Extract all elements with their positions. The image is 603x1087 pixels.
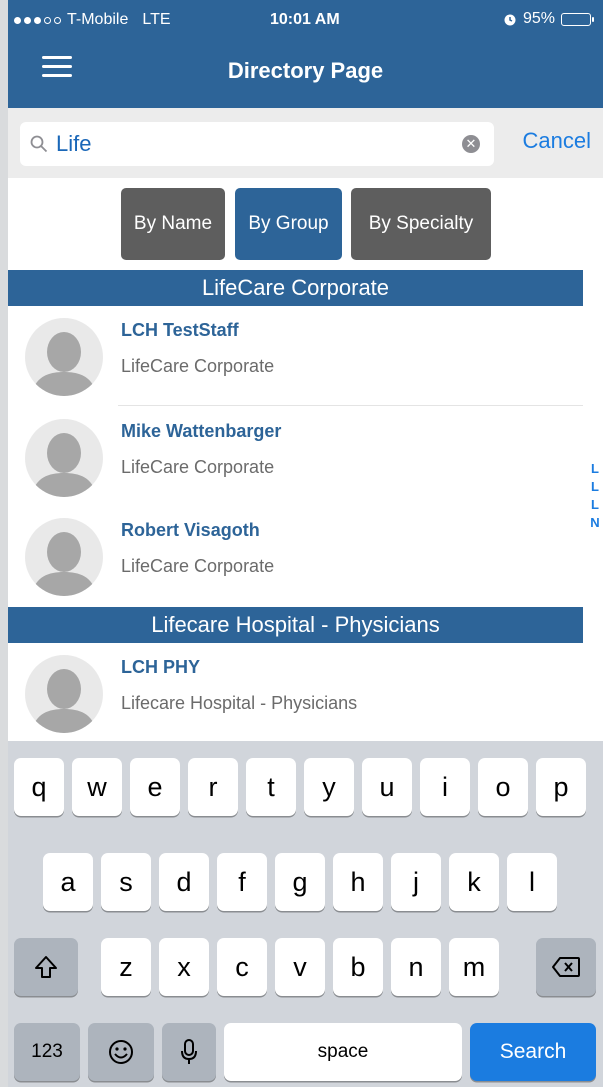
key-y[interactable]: y <box>304 758 354 816</box>
section-header: Lifecare Hospital - Physicians <box>8 607 583 643</box>
key-z[interactable]: z <box>101 938 151 996</box>
key-j[interactable]: j <box>391 853 441 911</box>
key-g[interactable]: g <box>275 853 325 911</box>
key-r[interactable]: r <box>188 758 238 816</box>
key-b[interactable]: b <box>333 938 383 996</box>
list-item[interactable]: Mike Wattenbarger LifeCare Corporate <box>8 407 583 507</box>
cancel-button[interactable]: Cancel <box>523 128 591 154</box>
status-right: 95% <box>503 10 594 28</box>
shift-key[interactable] <box>14 938 78 996</box>
filter-buttons: By Name By Group By Specialty <box>8 178 603 270</box>
status-time: 10:01 AM <box>270 11 340 28</box>
contact-group: LifeCare Corporate <box>121 356 275 376</box>
keyboard: q w e r t y u i o p a s d f g h j k l z … <box>8 741 603 1087</box>
filter-by-group-button[interactable]: By Group <box>235 188 342 260</box>
index-letter[interactable]: L <box>587 460 603 478</box>
list-item[interactable]: LCH PHY Lifecare Hospital - Physicians <box>8 643 583 743</box>
key-t[interactable]: t <box>246 758 296 816</box>
contact-name: Robert Visagoth <box>121 520 260 540</box>
avatar <box>25 318 103 396</box>
key-d[interactable]: d <box>159 853 209 911</box>
index-letter[interactable]: L <box>587 496 603 514</box>
key-v[interactable]: v <box>275 938 325 996</box>
key-h[interactable]: h <box>333 853 383 911</box>
alarm-clock-icon <box>504 14 516 26</box>
index-letter[interactable]: L <box>587 478 603 496</box>
key-m[interactable]: m <box>449 938 499 996</box>
top-bar: T-Mobile LTE 10:01 AM 95% Directory Page <box>8 0 603 108</box>
filter-by-specialty-button[interactable]: By Specialty <box>351 188 491 260</box>
index-letter[interactable]: N <box>587 514 603 532</box>
contact-name: LCH TestStaff <box>121 320 239 340</box>
contact-name: Mike Wattenbarger <box>121 421 282 441</box>
numbers-key[interactable]: 123 <box>14 1023 80 1081</box>
signal-dots-icon <box>14 16 61 24</box>
key-k[interactable]: k <box>449 853 499 911</box>
key-i[interactable]: i <box>420 758 470 816</box>
contact-group: Lifecare Hospital - Physicians <box>121 693 358 713</box>
section-header: LifeCare Corporate <box>8 270 583 306</box>
emoji-icon <box>109 1040 133 1064</box>
search-input[interactable] <box>56 128 446 160</box>
avatar <box>25 518 103 596</box>
app-screen: T-Mobile LTE 10:01 AM 95% Directory Page… <box>0 0 603 1087</box>
contact-group: LifeCare Corporate <box>121 556 275 576</box>
edge-strip <box>0 0 8 1087</box>
key-s[interactable]: s <box>101 853 151 911</box>
key-o[interactable]: o <box>478 758 528 816</box>
search-icon <box>30 135 48 153</box>
shift-icon <box>35 956 57 978</box>
backspace-icon <box>552 957 580 977</box>
battery-icon <box>561 12 594 26</box>
emoji-key[interactable] <box>88 1023 154 1081</box>
microphone-icon <box>181 1039 197 1064</box>
key-x[interactable]: x <box>159 938 209 996</box>
carrier-info: T-Mobile LTE <box>14 11 171 29</box>
contact-name: LCH PHY <box>121 657 201 677</box>
network-type: LTE <box>142 11 171 28</box>
key-c[interactable]: c <box>217 938 267 996</box>
search-field[interactable]: ✕ <box>20 122 494 166</box>
backspace-key[interactable] <box>536 938 596 996</box>
clear-icon[interactable]: ✕ <box>462 135 480 153</box>
key-a[interactable]: a <box>43 853 93 911</box>
list-item[interactable]: Robert Visagoth LifeCare Corporate <box>8 506 583 606</box>
avatar <box>25 655 103 733</box>
list-item[interactable]: LCH TestStaff LifeCare Corporate <box>8 306 583 406</box>
status-bar: T-Mobile LTE 10:01 AM 95% <box>8 0 603 38</box>
filter-by-name-button[interactable]: By Name <box>121 188 225 260</box>
key-e[interactable]: e <box>130 758 180 816</box>
key-l[interactable]: l <box>507 853 557 911</box>
microphone-key[interactable] <box>162 1023 216 1081</box>
row-divider <box>118 405 583 406</box>
key-p[interactable]: p <box>536 758 586 816</box>
key-f[interactable]: f <box>217 853 267 911</box>
contact-group: LifeCare Corporate <box>121 457 275 477</box>
search-bar: ✕ Cancel <box>8 108 603 178</box>
key-w[interactable]: w <box>72 758 122 816</box>
space-key[interactable]: space <box>224 1023 462 1081</box>
page-title: Directory Page <box>227 58 384 83</box>
search-key[interactable]: Search <box>470 1023 596 1081</box>
carrier-name: T-Mobile <box>67 11 129 28</box>
key-n[interactable]: n <box>391 938 441 996</box>
avatar <box>25 419 103 497</box>
key-u[interactable]: u <box>362 758 412 816</box>
section-index: L L L N <box>587 460 603 532</box>
nav-bar: Directory Page <box>8 38 603 108</box>
battery-percent: 95% <box>522 10 555 27</box>
key-q[interactable]: q <box>14 758 64 816</box>
